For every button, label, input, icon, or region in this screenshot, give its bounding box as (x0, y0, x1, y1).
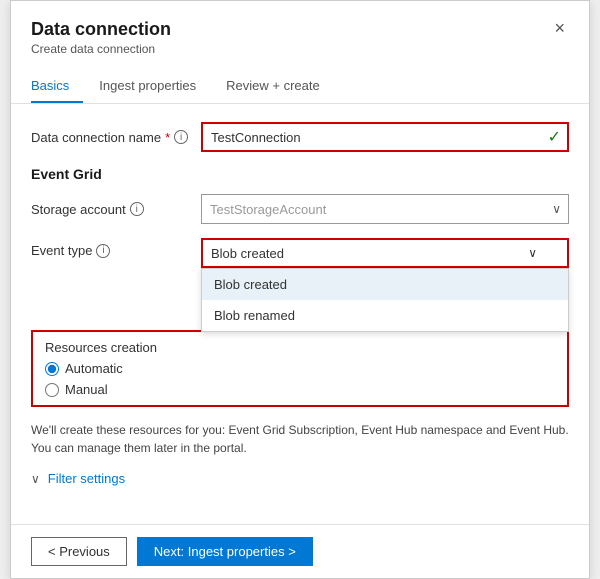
dialog-subtitle: Create data connection (31, 42, 171, 56)
event-type-label: Event type i (31, 238, 201, 258)
close-button[interactable]: × (550, 19, 569, 37)
info-text: We'll create these resources for you: Ev… (31, 421, 569, 457)
event-type-chevron-icon: ∨ (528, 246, 537, 260)
tab-ingest-properties[interactable]: Ingest properties (99, 70, 210, 103)
storage-account-field[interactable]: TestStorageAccount (201, 194, 569, 224)
header-text: Data connection Create data connection (31, 19, 171, 56)
storage-account-label: Storage account i (31, 202, 201, 217)
radio-manual-label: Manual (65, 382, 108, 397)
radio-automatic-input[interactable] (45, 362, 59, 376)
radio-group: Automatic Manual (45, 361, 555, 397)
storage-account-value: TestStorageAccount (210, 202, 326, 217)
radio-manual[interactable]: Manual (45, 382, 555, 397)
valid-check-icon: ✓ (548, 127, 561, 147)
radio-automatic[interactable]: Automatic (45, 361, 555, 376)
dialog-header: Data connection Create data connection × (11, 1, 589, 66)
event-type-field[interactable]: Blob created ∨ (201, 238, 569, 268)
data-connection-dialog: Data connection Create data connection ×… (10, 0, 590, 579)
storage-account-row: Storage account i TestStorageAccount ∨ (31, 194, 569, 224)
dialog-title: Data connection (31, 19, 171, 40)
tab-bar: Basics Ingest properties Review + create (11, 70, 589, 104)
previous-button[interactable]: < Previous (31, 537, 127, 566)
radio-manual-input[interactable] (45, 383, 59, 397)
resources-creation-label: Resources creation (45, 340, 555, 355)
data-connection-name-input[interactable] (201, 122, 569, 152)
filter-settings-chevron-icon: ∨ (31, 472, 40, 486)
event-type-option-blob-created[interactable]: Blob created (202, 269, 568, 300)
filter-settings-row[interactable]: ∨ Filter settings (31, 471, 569, 486)
dialog-footer: < Previous Next: Ingest properties > (11, 524, 589, 578)
event-type-dropdown: Blob created Blob renamed (201, 268, 569, 332)
data-connection-name-info-icon: i (174, 130, 188, 144)
storage-account-info-icon: i (130, 202, 144, 216)
resources-creation-box: Resources creation Automatic Manual (31, 330, 569, 407)
required-star: * (165, 130, 170, 145)
data-connection-name-label: Data connection name * i (31, 130, 201, 145)
radio-automatic-label: Automatic (65, 361, 123, 376)
dialog-body: Data connection name * i ✓ Event Grid St… (11, 104, 589, 524)
resources-creation-section: Resources creation Automatic Manual (31, 330, 569, 407)
filter-settings-label: Filter settings (48, 471, 125, 486)
event-type-row: Event type i Blob created ∨ Blob created… (31, 238, 569, 268)
tab-basics[interactable]: Basics (31, 70, 83, 103)
event-type-select-wrapper: Blob created ∨ Blob created Blob renamed (201, 238, 569, 268)
event-type-option-blob-renamed[interactable]: Blob renamed (202, 300, 568, 331)
event-type-info-icon: i (96, 244, 110, 258)
event-type-value: Blob created (211, 246, 284, 261)
data-connection-name-row: Data connection name * i ✓ (31, 122, 569, 152)
tab-review-create[interactable]: Review + create (226, 70, 334, 103)
next-button[interactable]: Next: Ingest properties > (137, 537, 313, 566)
data-connection-name-input-wrapper: ✓ (201, 122, 569, 152)
storage-account-select-wrapper: TestStorageAccount ∨ (201, 194, 569, 224)
event-grid-section-title: Event Grid (31, 166, 569, 182)
